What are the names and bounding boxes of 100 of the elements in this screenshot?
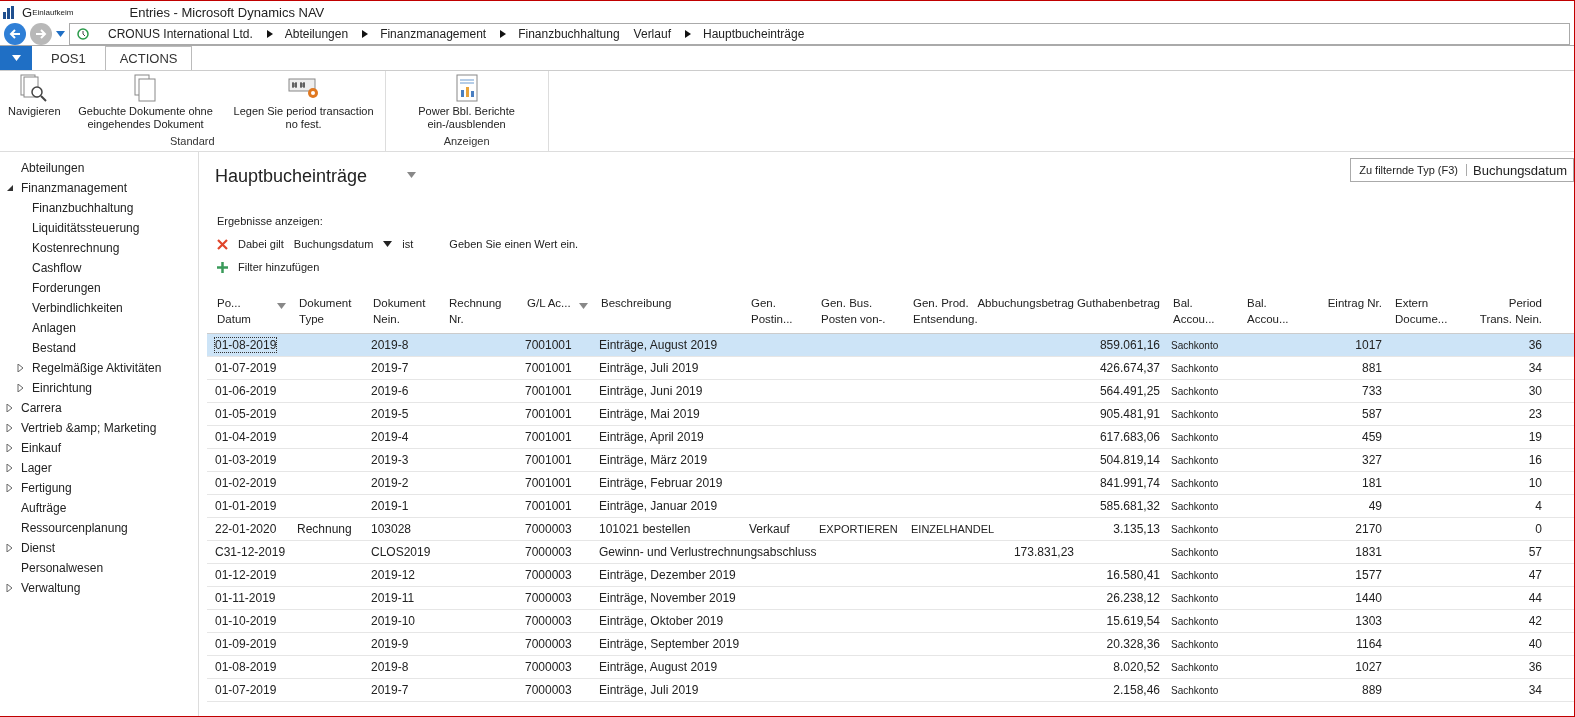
- sidebar-item[interactable]: Carrera: [21, 401, 62, 415]
- sidebar-item[interactable]: Dienst: [21, 541, 55, 555]
- expand-icon[interactable]: [6, 464, 14, 472]
- table-cell: 01-07-2019: [215, 683, 277, 697]
- table-cell: 49: [1368, 499, 1382, 513]
- column-menu-caret-icon[interactable]: [579, 303, 588, 309]
- table-cell: 459: [1361, 430, 1382, 444]
- table-cell: EINZELHANDEL: [911, 523, 995, 535]
- breadcrumb-link[interactable]: Verlauf: [633, 27, 671, 41]
- filter-field-link[interactable]: Buchungsdatum: [293, 238, 374, 250]
- window-title: Entries - Microsoft Dynamics NAV: [129, 4, 325, 20]
- expand-icon[interactable]: [6, 484, 14, 492]
- expand-icon[interactable]: [6, 544, 14, 552]
- column-header[interactable]: Gen. Bus. Posten von-.: [811, 293, 903, 333]
- sidebar-item[interactable]: Einrichtung: [32, 381, 93, 395]
- column-header[interactable]: Beschreibung: [591, 293, 741, 333]
- address-bar[interactable]: CRONUS International Ltd. Abteilungen Finanzmanagement Finanzbuchhaltung Verlauf Hauptbucheinträge: [69, 23, 1570, 45]
- expand-icon[interactable]: [6, 584, 14, 592]
- table-cell: Einträge, März 2019: [599, 453, 708, 467]
- column-menu-caret-icon[interactable]: [277, 303, 286, 309]
- ribbon-action[interactable]: Gebuchte Dokumente ohne eingehendes Dokument: [70, 71, 221, 135]
- breadcrumb-link[interactable]: Hauptbucheinträge: [702, 27, 805, 41]
- expand-icon[interactable]: [6, 444, 14, 452]
- expand-icon[interactable]: [17, 364, 25, 372]
- table-cell: 26.238,12: [1106, 591, 1160, 605]
- breadcrumb-link[interactable]: CRONUS International Ltd.: [108, 27, 253, 41]
- column-header[interactable]: Rechnung Nr.: [439, 293, 517, 333]
- ribbon-tab[interactable]: ACTIONS: [104, 46, 193, 70]
- sidebar-item[interactable]: Aufträge: [21, 501, 67, 515]
- table-cell: 1027: [1355, 660, 1382, 674]
- column-header[interactable]: Eintrag Nr.: [1311, 293, 1385, 333]
- sidebar-item[interactable]: Bestand: [32, 341, 77, 355]
- dropdown-caret-icon[interactable]: [407, 171, 417, 178]
- table-cell: 1017: [1355, 338, 1382, 352]
- column-header[interactable]: Dokument Type: [289, 293, 363, 333]
- column-header[interactable]: Dokument Nein.: [363, 293, 439, 333]
- sidebar-item[interactable]: Verbindlichkeiten: [32, 301, 123, 315]
- sidebar-item[interactable]: Ressourcenplanung: [21, 521, 128, 535]
- breadcrumb-arrow-icon: [500, 30, 507, 38]
- sidebar-item[interactable]: Verwaltung: [21, 581, 81, 595]
- column-header[interactable]: Bal. Accou...: [1237, 293, 1311, 333]
- sidebar-item[interactable]: Cashflow: [32, 261, 82, 275]
- expand-icon[interactable]: [6, 424, 14, 432]
- sidebar-item[interactable]: Forderungen: [32, 281, 101, 295]
- history-caret-icon[interactable]: [56, 31, 65, 37]
- column-header[interactable]: G/L Ac...: [517, 293, 591, 333]
- table-cell: 40: [1528, 637, 1542, 651]
- table-cell: 564.491,25: [1099, 384, 1160, 398]
- table-row[interactable]: 01-08-2019 2019-8 7001001 Einträge, August 2019 859.061,16 Sachkonto 1017 36: [207, 334, 1574, 357]
- column-header[interactable]: Gen. Postin...: [741, 293, 811, 333]
- column-header[interactable]: Period Trans. Nein.: [1465, 293, 1545, 333]
- table-cell: 01-11-2019: [215, 591, 276, 605]
- column-header[interactable]: Guthabenbetrag: [1077, 293, 1163, 333]
- ribbon-action[interactable]: Legen Sie period transaction no fest.: [228, 71, 379, 135]
- back-button[interactable]: [4, 23, 26, 45]
- sidebar-item[interactable]: Vertrieb &amp; Marketing: [21, 421, 157, 435]
- ribbon-action[interactable]: Navigieren: [6, 71, 63, 135]
- breadcrumb-link[interactable]: Finanzbuchhaltung: [518, 27, 620, 41]
- table-cell: Sachkonto: [1171, 523, 1219, 535]
- sidebar-item[interactable]: Finanzbuchhaltung: [32, 201, 134, 215]
- filter-condition: Dabei gilt: [238, 238, 284, 250]
- remove-filter-icon[interactable]: [217, 238, 228, 250]
- sidebar-item[interactable]: Anlagen: [32, 321, 77, 335]
- caret-icon[interactable]: [383, 241, 393, 247]
- sidebar-item[interactable]: Lager: [21, 461, 52, 475]
- column-header[interactable]: Extern Docume...: [1385, 293, 1465, 333]
- table-cell: 0: [1535, 522, 1542, 536]
- add-filter-link[interactable]: Filter hinzufügen: [238, 261, 320, 273]
- breadcrumb-link[interactable]: Finanzmanagement: [380, 27, 487, 41]
- sidebar-item[interactable]: Personalwesen: [21, 561, 104, 575]
- table-cell: 01-08-2019: [215, 660, 277, 674]
- forward-arrow-icon: [35, 28, 47, 40]
- quick-filter[interactable]: Zu filternde Typ (F3) Buchungsdatum: [1350, 158, 1574, 182]
- table-cell: 01-05-2019: [215, 407, 277, 421]
- sidebar-item[interactable]: Einkauf: [21, 441, 62, 455]
- sidebar-item[interactable]: Abteilungen: [21, 161, 85, 175]
- table-cell: Einträge, Oktober 2019: [599, 614, 724, 628]
- collapse-icon[interactable]: [6, 184, 14, 192]
- ribbon-action[interactable]: Power Bbl. Berichte ein-/ausblenden: [391, 71, 542, 135]
- table-cell: 2019-8: [371, 660, 409, 674]
- expand-icon[interactable]: [17, 384, 25, 392]
- table-cell: 7001001: [525, 338, 572, 352]
- breadcrumb-link[interactable]: Abteilungen: [284, 27, 349, 41]
- app-menu-button[interactable]: [0, 46, 32, 70]
- column-header[interactable]: Bal. Accou...: [1163, 293, 1237, 333]
- table-cell: Einträge, Mai 2019: [599, 407, 700, 421]
- table-cell: 57: [1528, 545, 1542, 559]
- add-icon[interactable]: [217, 261, 228, 273]
- sidebar-item[interactable]: Fertigung: [21, 481, 72, 495]
- sidebar-item[interactable]: Finanzmanagement: [21, 181, 128, 195]
- table-cell: Einträge, Februar 2019: [599, 476, 723, 490]
- sidebar-item[interactable]: Kostenrechnung: [32, 241, 120, 255]
- table-cell: 36: [1528, 338, 1542, 352]
- table-cell: Sachkonto: [1171, 569, 1219, 581]
- sidebar-item[interactable]: Regelmäßige Aktivitäten: [32, 361, 162, 375]
- expand-icon[interactable]: [6, 404, 14, 412]
- column-header[interactable]: Po... Datum: [207, 293, 289, 333]
- table-cell: 15.619,54: [1106, 614, 1160, 628]
- sidebar-item[interactable]: Liquiditätssteuerung: [32, 221, 140, 235]
- group-label: Standard: [169, 135, 215, 149]
